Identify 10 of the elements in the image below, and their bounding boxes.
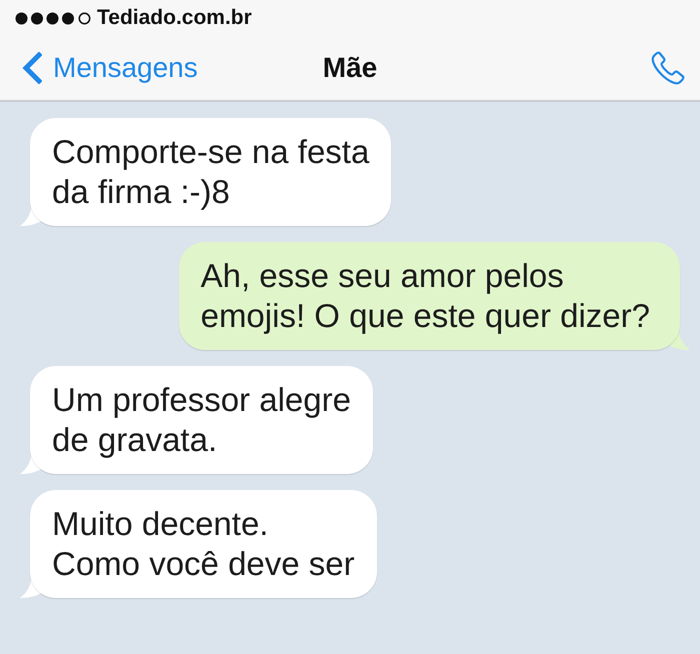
- carrier-name: Tediado.com.br: [97, 6, 252, 30]
- signal-icon: [15, 12, 92, 24]
- contact-name: Mãe: [322, 52, 378, 84]
- chevron-left-icon: [22, 52, 42, 84]
- back-button[interactable]: Mensagens: [22, 52, 198, 84]
- message-text: Muito decente. Como você deve ser: [52, 504, 355, 584]
- message-text: Ah, esse seu amor pelos emojis! O que este quer dizer?: [200, 256, 650, 336]
- message-text: Comporte-se na festa da firma :-)8: [52, 132, 370, 212]
- message-text: Um professor alegre de gravata.: [52, 380, 351, 460]
- phone-icon[interactable]: [650, 50, 686, 86]
